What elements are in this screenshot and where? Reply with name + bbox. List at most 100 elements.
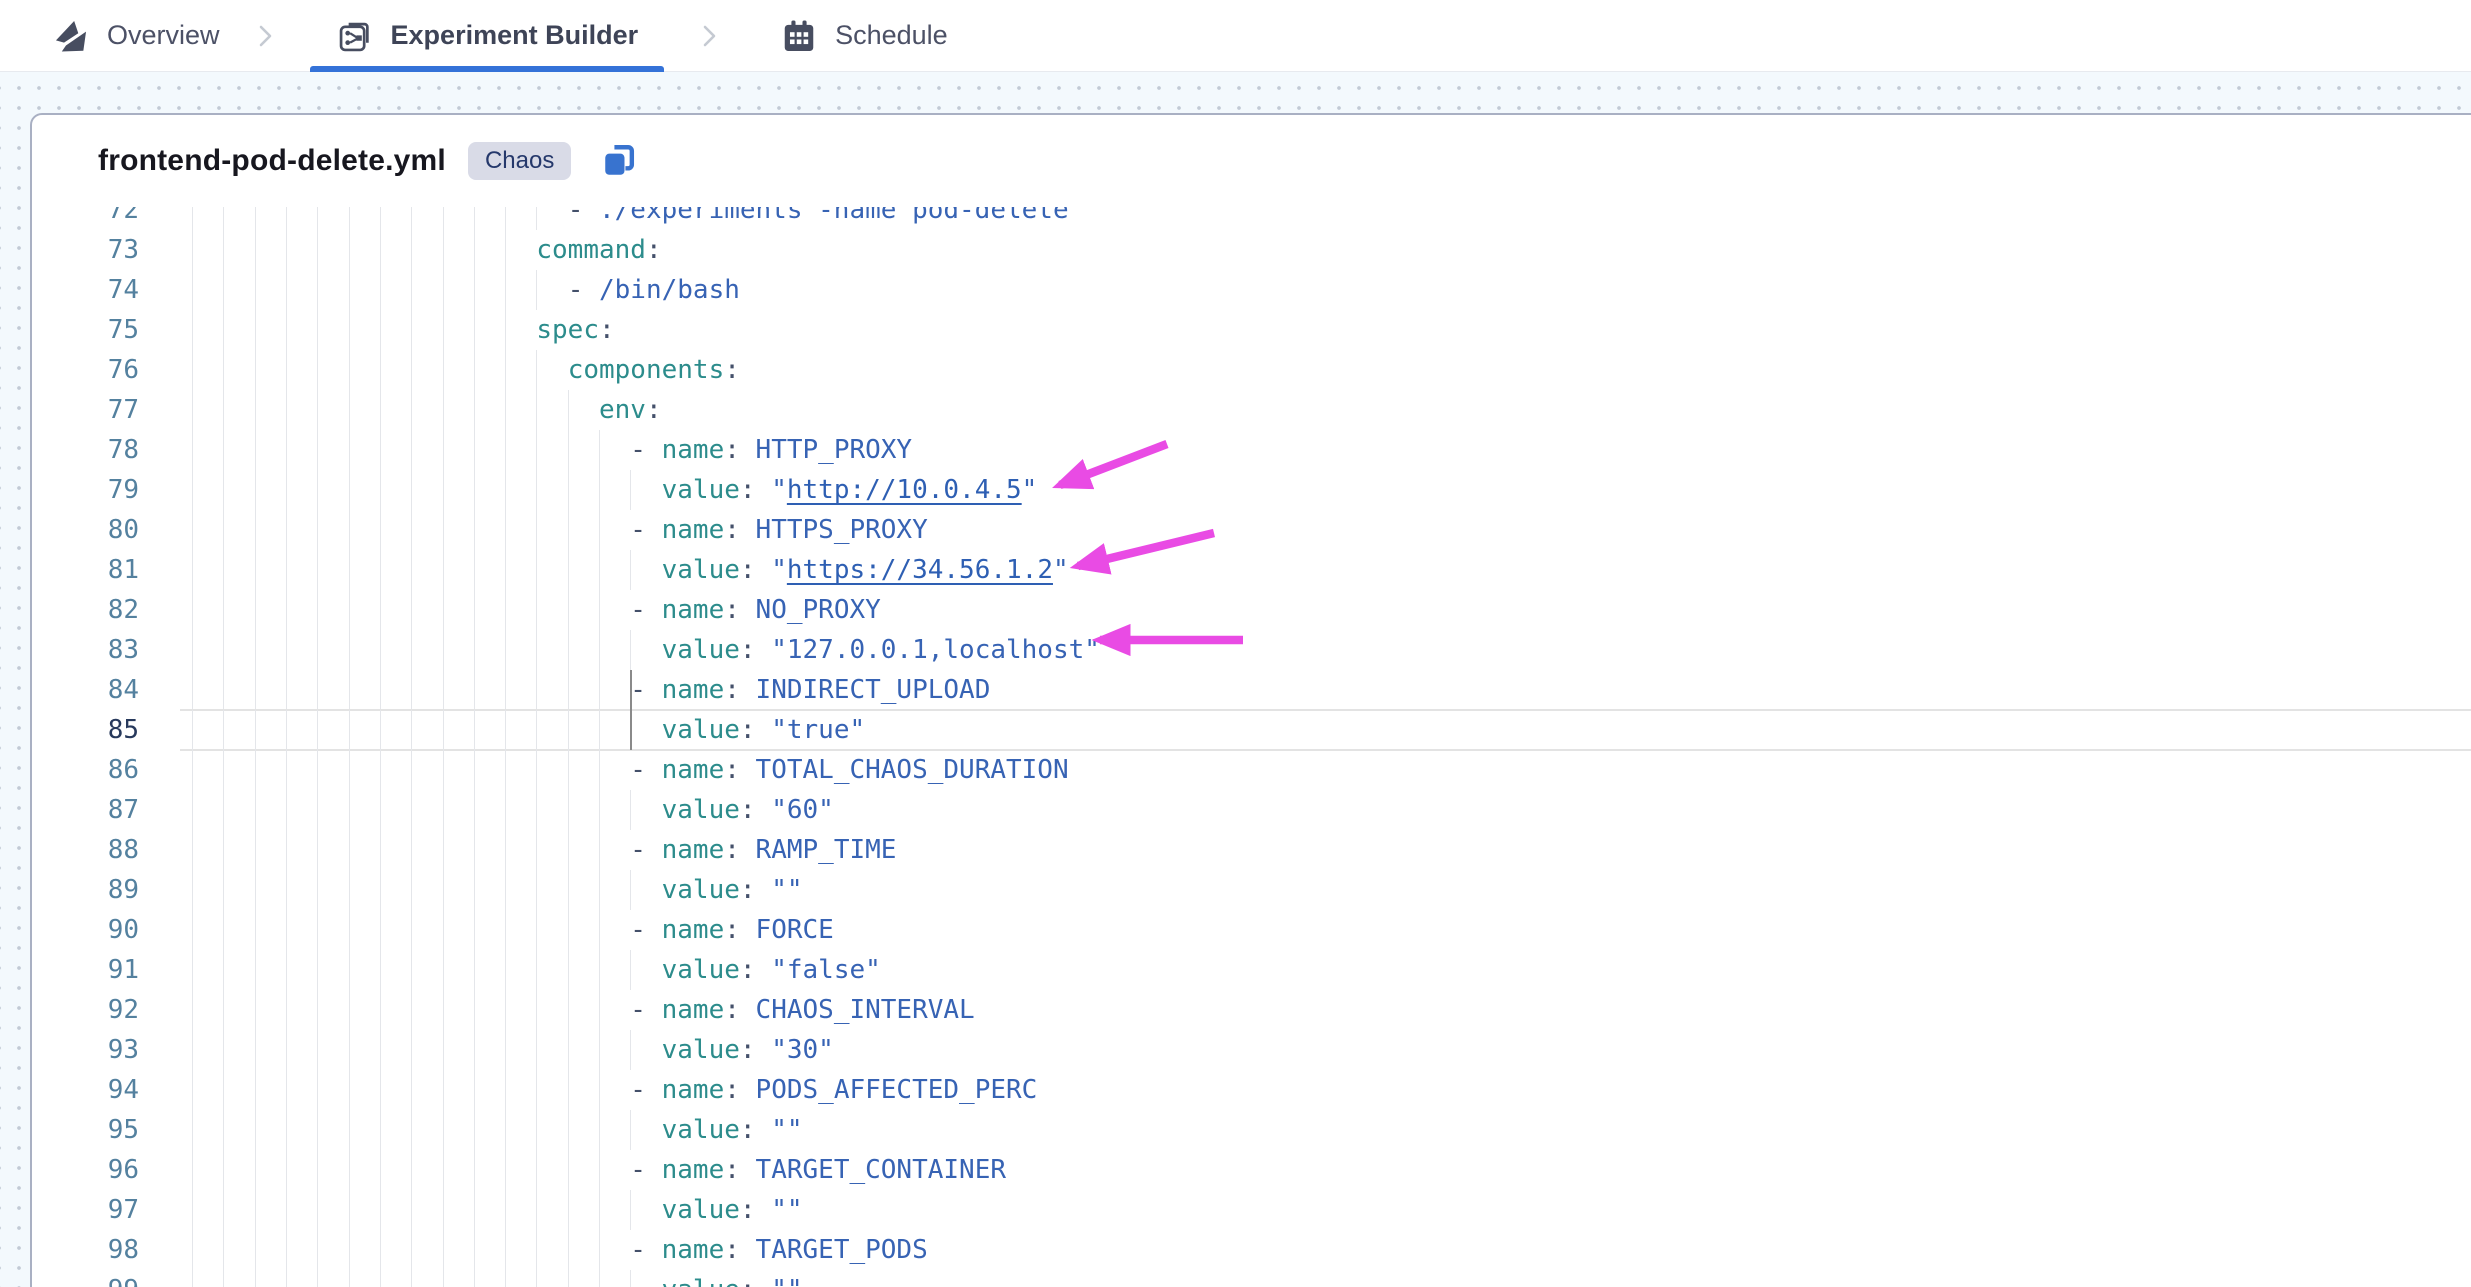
line-number[interactable]: 97: [32, 1190, 139, 1230]
chevron-right-icon: [698, 23, 720, 49]
code-line-75[interactable]: 75 spec:: [32, 310, 2471, 350]
line-number[interactable]: 82: [32, 590, 139, 630]
line-number[interactable]: 80: [32, 510, 139, 550]
code-line-80[interactable]: 80 - name: HTTPS_PROXY: [32, 510, 2471, 550]
code-line-86[interactable]: 86 - name: TOTAL_CHAOS_DURATION: [32, 750, 2471, 790]
code-text: value: "60": [192, 790, 834, 830]
code-line-88[interactable]: 88 - name: RAMP_TIME: [32, 830, 2471, 870]
code-text: - name: HTTP_PROXY: [192, 430, 912, 470]
line-number[interactable]: 99: [32, 1270, 139, 1287]
code-line-78[interactable]: 78 - name: HTTP_PROXY: [32, 430, 2471, 470]
copy-icon: [597, 139, 641, 183]
line-number[interactable]: 84: [32, 670, 139, 710]
code-text: - name: TARGET_CONTAINER: [192, 1150, 1006, 1190]
code-text: value: "": [192, 1190, 803, 1230]
code-line-97[interactable]: 97 value: "": [32, 1190, 2471, 1230]
tab-experiment-builder[interactable]: Experiment Builder: [310, 0, 665, 71]
code-text: value: "": [192, 1110, 803, 1150]
code-line-94[interactable]: 94 - name: PODS_AFFECTED_PERC: [32, 1070, 2471, 1110]
code-text: value: "": [192, 870, 803, 910]
code-line-98[interactable]: 98 - name: TARGET_PODS: [32, 1230, 2471, 1270]
tab-overview-label: Overview: [107, 20, 220, 51]
code-text: - name: RAMP_TIME: [192, 830, 896, 870]
code-line-95[interactable]: 95 value: "": [32, 1110, 2471, 1150]
code-text: value: "": [192, 1270, 803, 1287]
chaos-type-badge: Chaos: [468, 142, 571, 180]
code-text: value: "30": [192, 1030, 834, 1070]
line-number[interactable]: 74: [32, 270, 139, 310]
line-number[interactable]: 83: [32, 630, 139, 670]
code-text: value: "127.0.0.1,localhost": [192, 630, 1100, 670]
code-text: value: "false": [192, 950, 881, 990]
yaml-editor-card: frontend-pod-delete.yml Chaos 72 - ./exp…: [30, 113, 2471, 1287]
code-line-74[interactable]: 74 - /bin/bash: [32, 270, 2471, 310]
line-number[interactable]: 90: [32, 910, 139, 950]
tab-schedule-label: Schedule: [835, 20, 948, 51]
tab-overview[interactable]: Overview: [52, 0, 220, 71]
code-line-83[interactable]: 83 value: "127.0.0.1,localhost": [32, 630, 2471, 670]
line-number[interactable]: 86: [32, 750, 139, 790]
code-line-87[interactable]: 87 value: "60": [32, 790, 2471, 830]
line-number[interactable]: 88: [32, 830, 139, 870]
code-text: env:: [192, 390, 662, 430]
line-number[interactable]: 92: [32, 990, 139, 1030]
code-line-73[interactable]: 73 command:: [32, 230, 2471, 270]
line-number[interactable]: 76: [32, 350, 139, 390]
active-indent-guide: [630, 670, 632, 750]
code-lines: 72 - ./experiments -name pod-delete73 co…: [32, 207, 2471, 1287]
code-text: - /bin/bash: [192, 270, 740, 310]
code-line-84[interactable]: 84 - name: INDIRECT_UPLOAD: [32, 670, 2471, 710]
code-line-79[interactable]: 79 value: "http://10.0.4.5": [32, 470, 2471, 510]
line-number[interactable]: 78: [32, 430, 139, 470]
code-text: - name: TARGET_PODS: [192, 1230, 928, 1270]
code-line-81[interactable]: 81 value: "https://34.56.1.2": [32, 550, 2471, 590]
code-text: - name: HTTPS_PROXY: [192, 510, 928, 550]
line-number[interactable]: 75: [32, 310, 139, 350]
code-line-89[interactable]: 89 value: "": [32, 870, 2471, 910]
calendar-icon: [780, 17, 818, 55]
card-header: frontend-pod-delete.yml Chaos: [32, 115, 2471, 207]
file-title: frontend-pod-delete.yml: [98, 144, 446, 178]
code-line-93[interactable]: 93 value: "30": [32, 1030, 2471, 1070]
chevron-right-icon: [254, 23, 276, 49]
code-text: - name: PODS_AFFECTED_PERC: [192, 1070, 1037, 1110]
line-number[interactable]: 73: [32, 230, 139, 270]
line-number[interactable]: 87: [32, 790, 139, 830]
code-text: - name: NO_PROXY: [192, 590, 881, 630]
line-number[interactable]: 77: [32, 390, 139, 430]
line-number[interactable]: 91: [32, 950, 139, 990]
code-line-82[interactable]: 82 - name: NO_PROXY: [32, 590, 2471, 630]
code-text: spec:: [192, 310, 615, 350]
code-text: command:: [192, 230, 662, 270]
code-text: - ./experiments -name pod-delete: [192, 207, 1069, 230]
code-line-77[interactable]: 77 env:: [32, 390, 2471, 430]
tab-experiment-builder-label: Experiment Builder: [391, 20, 639, 51]
code-line-76[interactable]: 76 components:: [32, 350, 2471, 390]
line-number[interactable]: 93: [32, 1030, 139, 1070]
tab-schedule[interactable]: Schedule: [754, 0, 948, 71]
experiment-builder-icon: [336, 17, 374, 55]
line-number[interactable]: 79: [32, 470, 139, 510]
code-text: components:: [192, 350, 740, 390]
code-text: - name: CHAOS_INTERVAL: [192, 990, 975, 1030]
line-number[interactable]: 89: [32, 870, 139, 910]
code-line-99[interactable]: 99 value: "": [32, 1270, 2471, 1287]
code-line-90[interactable]: 90 - name: FORCE: [32, 910, 2471, 950]
line-number[interactable]: 98: [32, 1230, 139, 1270]
code-text: - name: FORCE: [192, 910, 834, 950]
line-number[interactable]: 72: [32, 207, 139, 230]
code-line-72[interactable]: 72 - ./experiments -name pod-delete: [32, 207, 2471, 230]
code-line-85[interactable]: 85 value: "true": [32, 710, 2471, 750]
code-line-96[interactable]: 96 - name: TARGET_CONTAINER: [32, 1150, 2471, 1190]
builder-canvas: frontend-pod-delete.yml Chaos 72 - ./exp…: [0, 72, 2471, 1287]
yaml-code-editor[interactable]: 72 - ./experiments -name pod-delete73 co…: [32, 207, 2471, 1287]
code-line-91[interactable]: 91 value: "false": [32, 950, 2471, 990]
code-text: value: "true": [192, 710, 865, 750]
code-line-92[interactable]: 92 - name: CHAOS_INTERVAL: [32, 990, 2471, 1030]
line-number[interactable]: 95: [32, 1110, 139, 1150]
line-number[interactable]: 85: [32, 710, 139, 750]
line-number[interactable]: 81: [32, 550, 139, 590]
line-number[interactable]: 94: [32, 1070, 139, 1110]
line-number[interactable]: 96: [32, 1150, 139, 1190]
copy-button[interactable]: [597, 139, 641, 183]
